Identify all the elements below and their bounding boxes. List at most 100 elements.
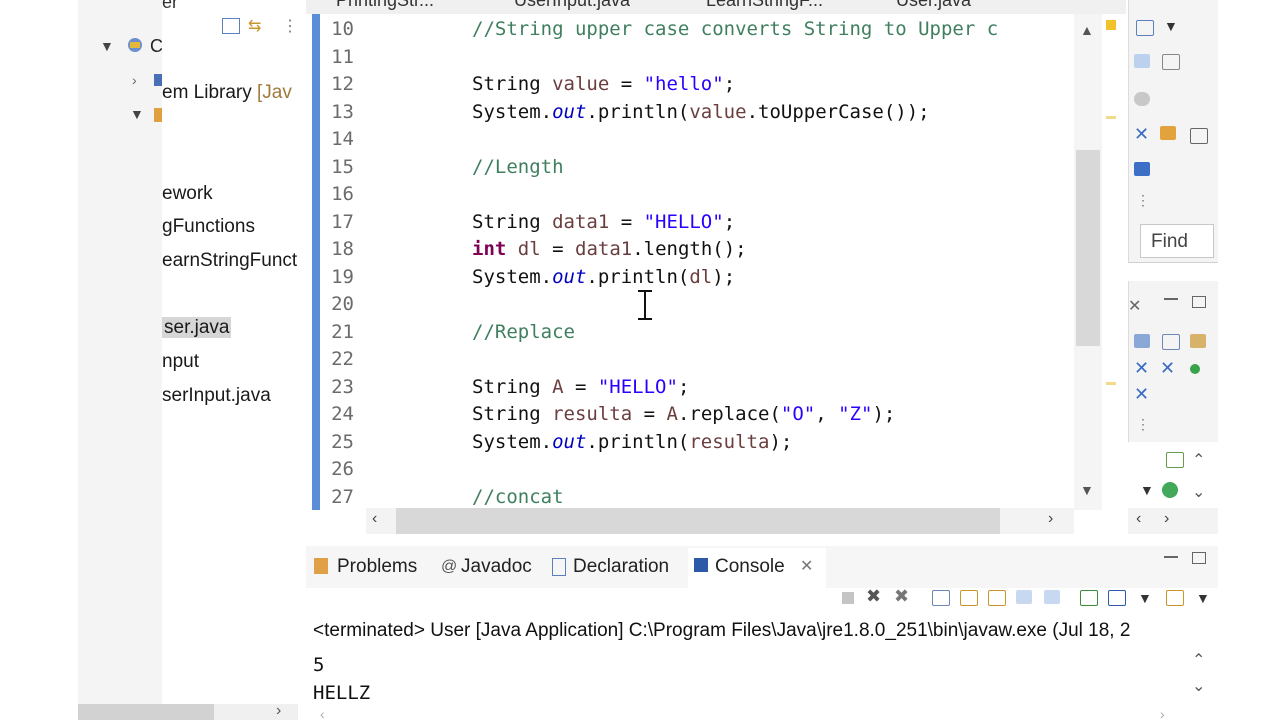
clear-console-icon[interactable] [932,590,950,606]
hide-static-icon[interactable]: ✕ [1160,358,1175,379]
chevron-up-icon[interactable]: ⌃ [1192,450,1205,470]
code-line[interactable]: 24 String resulta = A.replace("O", "Z"); [324,401,1074,428]
sort-az-icon[interactable] [1190,334,1206,348]
chevron-right-icon[interactable]: › [132,72,137,88]
scroll-down-icon[interactable]: ▼ [1080,482,1094,498]
code-line[interactable]: 23 String A = "HELLO"; [324,374,1074,401]
view-menu-icon[interactable]: ⋮ [1136,416,1150,433]
scroll-lock-icon[interactable] [960,590,978,606]
maximize-view-icon[interactable] [1192,296,1206,308]
collapse-icon[interactable]: ✕ [1134,124,1149,145]
code-line[interactable]: 25 System.out.println(resulta); [324,429,1074,456]
tree-item-selected[interactable]: ser.java [162,317,232,339]
chevron-down-icon[interactable]: ▼ [100,38,114,54]
code-line[interactable]: 15 //Length [324,154,1074,181]
code-line[interactable]: 11 [324,44,1074,71]
filter-icon[interactable] [1162,54,1180,70]
categorize-icon[interactable] [1134,92,1150,106]
tab-console[interactable]: Console [715,556,785,578]
outline-hscroll[interactable] [1128,508,1218,534]
code-line[interactable]: 13 System.out.println(value.toUpperCase()… [324,99,1074,126]
code-line[interactable]: 14 [324,126,1074,153]
outline-icon[interactable] [1134,334,1150,348]
tree-item[interactable]: gFunctions [162,216,255,238]
collapse-all-icon[interactable] [222,18,240,34]
scroll-left-icon[interactable]: ‹ [372,510,377,528]
code-line[interactable]: 26 [324,456,1074,483]
terminate-icon[interactable] [842,592,854,604]
code-line[interactable]: 20 [324,291,1074,318]
show-on-err-icon[interactable] [1044,590,1060,604]
tab-javadoc[interactable]: Javadoc [461,556,532,578]
occurrence-marker[interactable] [1106,116,1116,119]
open-console-icon[interactable] [1166,590,1184,606]
link-editor-icon[interactable]: ⇆ [248,16,261,36]
tree-item[interactable]: nput [162,351,199,373]
chevron-down-icon[interactable]: ⌄ [1192,482,1205,502]
code-line[interactable]: 21 //Replace [324,319,1074,346]
outline-icon[interactable] [1162,334,1180,350]
code-token: //String upper case converts String to U… [472,18,999,40]
tab-problems[interactable]: Problems [337,556,417,578]
view-title[interactable]: er [162,0,178,13]
display-console-icon[interactable] [1108,590,1126,606]
code-line[interactable]: 16 [324,181,1074,208]
pin-console-icon[interactable] [1080,590,1098,606]
word-wrap-icon[interactable] [988,590,1006,606]
class-icon[interactable] [1166,452,1184,468]
scroll-up-icon[interactable]: ⌃ [1192,650,1205,670]
editor-vscroll-thumb[interactable] [1076,150,1100,346]
maximize-view-icon[interactable] [1192,552,1206,564]
chevron-down-icon[interactable]: ▼ [1140,482,1154,498]
tree-item[interactable]: serInput.java [162,385,271,407]
show-on-out-icon[interactable] [1016,590,1032,604]
scroll-right-icon[interactable]: › [276,702,281,720]
warning-marker-icon[interactable] [1106,20,1116,30]
editor-hscroll-thumb[interactable] [396,508,1000,534]
code-line[interactable]: 27 //concat [324,484,1074,511]
dropdown-icon[interactable]: ▼ [1138,590,1152,606]
scroll-right-icon[interactable]: › [1048,510,1053,528]
scroll-thumb[interactable] [78,704,214,720]
code-line[interactable]: 19 System.out.println(dl); [324,264,1074,291]
hide-fields-icon[interactable] [1134,162,1150,176]
code-line[interactable]: 12 String value = "hello"; [324,71,1074,98]
minimize-view-icon[interactable] [1164,298,1178,300]
scroll-up-icon[interactable]: ▲ [1080,22,1094,38]
dropdown-icon[interactable]: ▼ [1164,18,1178,34]
remove-all-icon[interactable]: ✖ [894,586,909,607]
minimize-icon[interactable] [1190,128,1208,144]
focus-icon[interactable] [1134,54,1150,68]
code-line[interactable]: 18 int dl = data1.length(); [324,236,1074,263]
sort-icon[interactable] [1160,126,1176,140]
tree-item[interactable]: ework [162,183,213,205]
tree-item-library[interactable]: em Library [Jav [162,82,292,104]
find-input[interactable]: Find [1140,224,1214,258]
hide-fields-icon[interactable]: ✕ [1134,358,1149,379]
scroll-down-icon[interactable]: ⌄ [1192,676,1205,696]
view-menu-icon[interactable]: ⋮ [282,16,298,36]
tab-learn-string[interactable]: LearnStringF... [706,0,823,11]
tab-user-java[interactable]: User.java [896,0,971,11]
chevron-down-icon[interactable]: ▼ [130,106,144,122]
method-icon[interactable] [1162,482,1178,498]
minimize-view-icon[interactable] [1164,556,1178,558]
view-menu-icon[interactable]: ⋮ [1136,192,1150,209]
code-line[interactable]: 22 [324,346,1074,373]
scroll-left-icon[interactable]: ‹ [1136,510,1141,528]
tab-printing-string[interactable]: PrintingStr... [336,0,434,11]
dropdown-icon[interactable]: ▼ [1196,590,1210,606]
new-task-icon[interactable] [1136,20,1154,36]
scroll-right-icon[interactable]: › [1164,510,1169,528]
code-line[interactable]: 10 //String upper case converts String to… [324,16,1074,43]
close-tab-icon[interactable]: ✕ [800,556,813,576]
public-icon[interactable] [1190,364,1200,374]
code-line[interactable]: 17 String data1 = "HELLO"; [324,209,1074,236]
tab-declaration[interactable]: Declaration [573,556,669,578]
occurrence-marker[interactable] [1106,382,1116,385]
remove-launch-icon[interactable]: ✖ [866,586,881,607]
hide-nonpublic-icon[interactable]: ✕ [1134,384,1149,405]
tab-user-input[interactable]: UserInput.java [514,0,630,11]
close-view-icon[interactable]: ✕ [1128,296,1141,316]
tree-item[interactable]: earnStringFunct [162,250,297,272]
